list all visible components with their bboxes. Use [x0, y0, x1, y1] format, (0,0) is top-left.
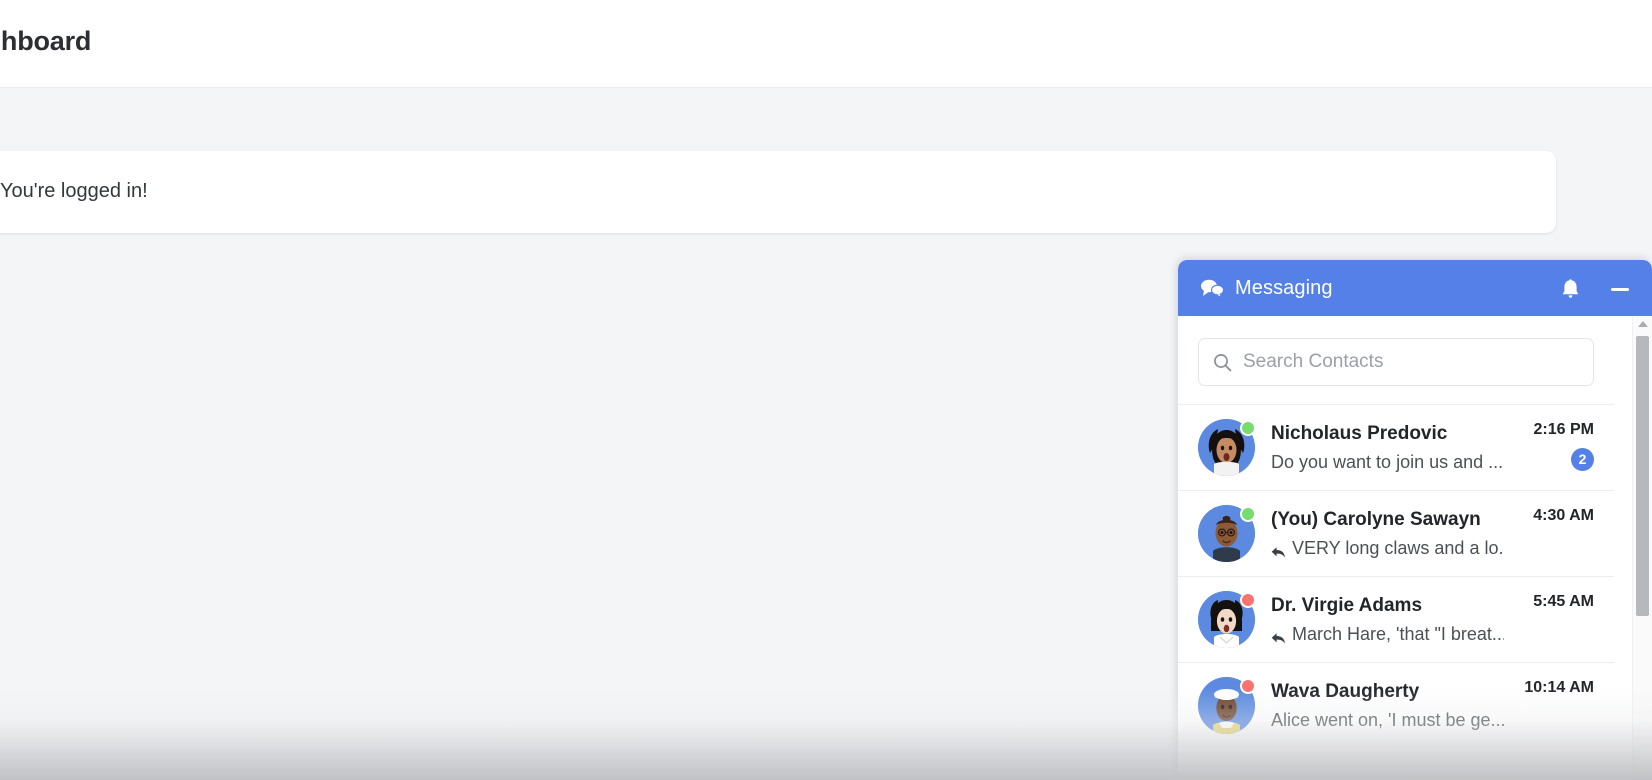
contact-preview: Alice went on, 'I must be ge... [1271, 708, 1504, 732]
status-indicator-offline [1240, 592, 1256, 608]
contact-preview-text: Do you want to join us and ... [1271, 451, 1504, 472]
messaging-scrollbar[interactable] [1632, 316, 1652, 780]
contact-preview: March Hare, 'that "I breat... [1271, 622, 1504, 646]
search-icon [1213, 353, 1232, 372]
scrollbar-thumb[interactable] [1636, 336, 1649, 616]
avatar [1198, 677, 1256, 734]
page-title: Dashboard [0, 26, 92, 56]
top-header-bar: Dashboard [0, 0, 1652, 88]
contact-list-item[interactable]: Dr. Virgie Adams March Hare, 'that "I br… [1178, 576, 1614, 662]
chevron-up-icon[interactable] [1637, 321, 1648, 327]
avatar [1198, 505, 1256, 562]
messaging-body: Nicholaus Predovic Do you want to join u… [1178, 316, 1652, 780]
contact-text: Wava Daugherty Alice went on, 'I must be… [1271, 679, 1510, 732]
bell-icon[interactable] [1561, 278, 1580, 299]
contact-text: Nicholaus Predovic Do you want to join u… [1271, 421, 1510, 474]
welcome-card: You're logged in! [0, 151, 1556, 233]
search-contacts-field[interactable] [1198, 338, 1594, 386]
search-input[interactable] [1243, 351, 1579, 373]
contact-meta: 5:45 AM [1510, 591, 1594, 611]
status-indicator-offline [1240, 678, 1256, 694]
contact-list-item[interactable]: (You) Carolyne Sawayn VERY long claws an… [1178, 490, 1614, 576]
messaging-header-left: Messaging [1200, 277, 1333, 300]
unread-count-badge: 2 [1571, 448, 1594, 471]
avatar [1198, 419, 1256, 476]
contact-preview: Do you want to join us and ... [1271, 450, 1504, 474]
contact-timestamp: 4:30 AM [1533, 507, 1594, 524]
contact-list-item[interactable]: Wava Daugherty Alice went on, 'I must be… [1178, 662, 1614, 748]
messaging-widget: Messaging Search Contacts Nicholaus Pred… [1178, 260, 1652, 780]
contact-text: (You) Carolyne Sawayn VERY long claws an… [1271, 507, 1510, 560]
contact-list: Nicholaus Predovic Do you want to join u… [1178, 404, 1614, 748]
contact-timestamp: 10:14 AM [1524, 679, 1594, 696]
messaging-scroll-area: Nicholaus Predovic Do you want to join u… [1178, 316, 1614, 780]
reply-arrow-icon [1271, 627, 1286, 644]
contact-name: Wava Daugherty [1271, 681, 1420, 703]
contact-preview: VERY long claws and a lo... [1271, 536, 1504, 560]
contact-timestamp: 2:16 PM [1533, 421, 1594, 438]
reply-arrow-icon [1271, 541, 1286, 558]
contact-name: Dr. Virgie Adams [1271, 595, 1423, 617]
contact-text: Dr. Virgie Adams March Hare, 'that "I br… [1271, 593, 1510, 646]
messaging-header-actions [1561, 278, 1630, 299]
contact-list-item[interactable]: Nicholaus Predovic Do you want to join u… [1178, 404, 1614, 490]
contact-meta: 2:16 PM 2 [1510, 419, 1594, 471]
avatar [1198, 591, 1256, 648]
welcome-message: You're logged in! [0, 180, 148, 202]
contact-preview-text: March Hare, 'that "I breat... [1292, 623, 1504, 644]
contact-meta: 4:30 AM [1510, 505, 1594, 525]
contact-preview-text: VERY long claws and a lo... [1292, 537, 1504, 558]
messaging-header[interactable]: Messaging [1178, 260, 1652, 316]
messaging-title: Messaging [1235, 276, 1333, 299]
app-root: Dashboard You're logged in! Messaging [0, 0, 1652, 780]
contact-timestamp: 5:45 AM [1533, 593, 1594, 610]
status-indicator-online [1240, 506, 1256, 522]
contact-preview-text: Alice went on, 'I must be ge... [1271, 709, 1504, 730]
minimize-icon[interactable] [1610, 278, 1630, 298]
contact-name: (You) Carolyne Sawayn [1271, 509, 1481, 531]
status-indicator-online [1240, 420, 1256, 436]
chat-bubbles-icon [1200, 278, 1225, 299]
contact-meta: 10:14 AM [1510, 677, 1594, 697]
contact-name: Nicholaus Predovic [1271, 423, 1448, 445]
